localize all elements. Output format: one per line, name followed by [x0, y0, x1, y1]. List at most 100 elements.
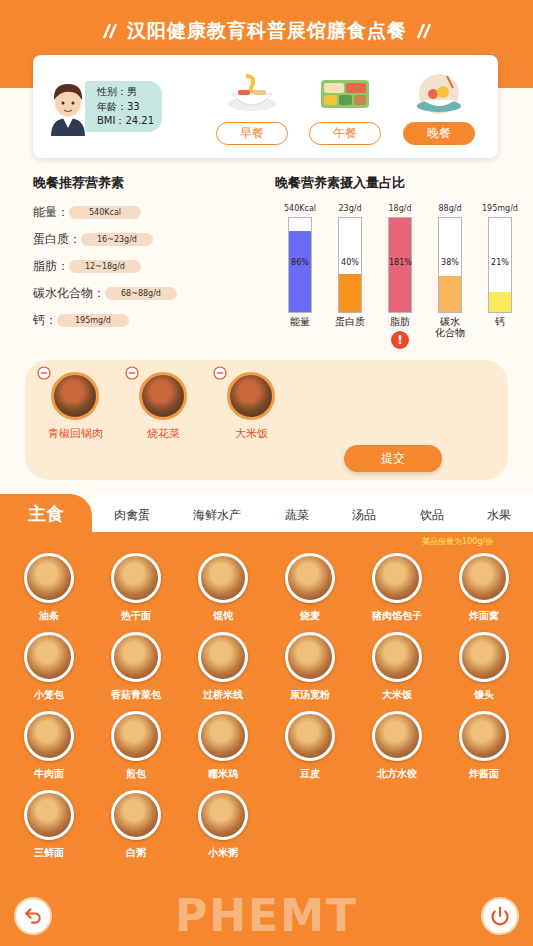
recommended-list: 能量：540Kcal 蛋白质：16~23g/d 脂肪：12~18g/d 碳水化合物：6… [33, 204, 275, 329]
food-name: 油条 [39, 609, 59, 623]
alert-badge: ! [391, 331, 409, 349]
food-item[interactable]: 原汤宽粉 [267, 632, 354, 702]
food-item[interactable]: 香菇青菜包 [93, 632, 180, 702]
user-info-field: BMI：24.21 [97, 114, 154, 128]
food-item[interactable]: 豆皮 [267, 711, 354, 781]
category-tab[interactable]: 海鲜水产 [172, 494, 264, 532]
chart-bar [289, 231, 311, 312]
food-item[interactable]: 煎包 [93, 711, 180, 781]
food-item[interactable]: 小笼包 [6, 632, 93, 702]
food-name: 小米粥 [208, 846, 238, 860]
power-button[interactable] [481, 897, 519, 935]
food-item[interactable]: 油条 [6, 553, 93, 623]
food-item[interactable]: 炸面窝 [440, 553, 527, 623]
food-name: 煎包 [126, 767, 146, 781]
chart-column: 88g/d38%碳水 化合物 [425, 204, 475, 349]
food-item[interactable]: 大米饭 [353, 632, 440, 702]
food-photo [372, 632, 422, 682]
food-photo [111, 632, 161, 682]
recommended-row: 蛋白质：16~23g/d [33, 231, 275, 248]
meal-selector: 早餐午餐晚餐 [205, 68, 486, 145]
food-item[interactable]: 猪肉馅包子 [353, 553, 440, 623]
food-item[interactable]: 炸酱面 [440, 711, 527, 781]
meal-order-screen: 汉阳健康教育科普展馆膳食点餐性别：男年龄：33BMI：24.21早餐午餐晚餐晚餐… [0, 0, 533, 946]
category-tab[interactable]: 饮品 [398, 494, 466, 532]
food-item[interactable]: 白粥 [93, 790, 180, 860]
food-item[interactable]: 过桥米线 [180, 632, 267, 702]
food-photo [459, 632, 509, 682]
dish-photo [227, 372, 275, 420]
recommended-row: 能量：540Kcal [33, 204, 275, 221]
category-tab[interactable]: 主食 [0, 494, 92, 532]
bottom-bar: PHEMT [0, 894, 533, 946]
food-photo [198, 711, 248, 761]
food-photo [285, 632, 335, 682]
avatar-icon [45, 78, 91, 136]
food-photo [24, 790, 74, 840]
chart-column: 195mg/d21%钙 [475, 204, 525, 349]
nutrient-label: 碳水化合物： [33, 285, 105, 302]
food-photo [372, 711, 422, 761]
food-photo [198, 790, 248, 840]
recommended-panel: 晚餐推荐营养素能量：540Kcal 蛋白质：16~23g/d 脂肪：12~18g/d… [33, 174, 275, 356]
food-name: 牛肉面 [34, 767, 64, 781]
meal-button[interactable]: 晚餐 [403, 122, 475, 145]
food-photo [285, 711, 335, 761]
nutrient-value: 12~18g/d [69, 260, 141, 273]
remove-icon[interactable] [125, 366, 139, 380]
food-item[interactable]: 牛肉面 [6, 711, 93, 781]
food-photo [459, 553, 509, 603]
menu-panel: 主食肉禽蛋海鲜水产蔬菜汤品饮品水果菜品份量为100g/份油条热干面馄饨烧麦猪肉馅… [0, 494, 533, 946]
category-tab[interactable]: 水果 [466, 494, 533, 532]
category-tab[interactable]: 肉禽蛋 [92, 494, 172, 532]
selected-dishes: 青椒回锅肉烧花菜大米饭 [45, 372, 488, 441]
selected-dish: 烧花菜 [133, 372, 193, 441]
chart-reading: 21% [489, 258, 511, 267]
category-tab[interactable]: 蔬菜 [263, 494, 331, 532]
meal-option[interactable]: 午餐 [309, 68, 381, 145]
food-name: 烧麦 [300, 609, 320, 623]
user-info-field: 年龄：33 [97, 100, 154, 114]
dish-photo [51, 372, 99, 420]
food-item[interactable]: 小米粥 [180, 790, 267, 860]
food-item[interactable]: 热干面 [93, 553, 180, 623]
chart-target: 23g/d [338, 204, 361, 213]
food-grid: 油条 热干面馄饨烧麦 猪肉馅包子 炸面窝小笼包 香菇青菜包过桥米线 原汤宽粉大米饭馒头牛肉… [0, 553, 533, 860]
food-name: 小笼包 [34, 688, 64, 702]
food-item[interactable]: 馄饨 [180, 553, 267, 623]
back-button[interactable] [14, 897, 52, 935]
meal-option[interactable]: 早餐 [216, 68, 288, 145]
category-tab[interactable]: 汤品 [331, 494, 399, 532]
dish-photo [139, 372, 187, 420]
food-item[interactable]: 糯米鸡 [180, 711, 267, 781]
meal-option[interactable]: 晚餐 [403, 68, 475, 145]
chart-target: 195mg/d [482, 204, 518, 213]
meal-button[interactable]: 午餐 [309, 122, 381, 145]
remove-icon[interactable] [37, 366, 51, 380]
chart-track: 38% [438, 217, 462, 313]
meal-button[interactable]: 早餐 [216, 122, 288, 145]
nutrient-value: 68~88g/d [105, 287, 177, 300]
chart-track: 40% [338, 217, 362, 313]
nutrient-label: 能量： [33, 204, 69, 221]
recommended-title: 晚餐推荐营养素 [33, 174, 275, 192]
chart-bar [339, 274, 361, 312]
submit-button[interactable]: 提交 [344, 445, 442, 472]
food-item[interactable]: 烧麦 [267, 553, 354, 623]
nutrient-value: 195mg/d [57, 314, 129, 327]
remove-icon[interactable] [213, 366, 227, 380]
chart-bar [489, 292, 511, 312]
dish-name: 青椒回锅肉 [48, 426, 103, 441]
food-name: 炸酱面 [469, 767, 499, 781]
chart-label: 能量 [290, 316, 310, 327]
chart-title: 晚餐营养素摄入量占比 [275, 174, 525, 192]
chart-track: 181% [388, 217, 412, 313]
recommended-row: 脂肪：12~18g/d [33, 258, 275, 275]
food-item[interactable]: 北方水饺 [353, 711, 440, 781]
food-name: 猪肉馅包子 [372, 609, 422, 623]
food-photo [198, 553, 248, 603]
food-photo [24, 632, 74, 682]
food-name: 过桥米线 [203, 688, 243, 702]
food-item[interactable]: 三鲜面 [6, 790, 93, 860]
food-item[interactable]: 馒头 [440, 632, 527, 702]
